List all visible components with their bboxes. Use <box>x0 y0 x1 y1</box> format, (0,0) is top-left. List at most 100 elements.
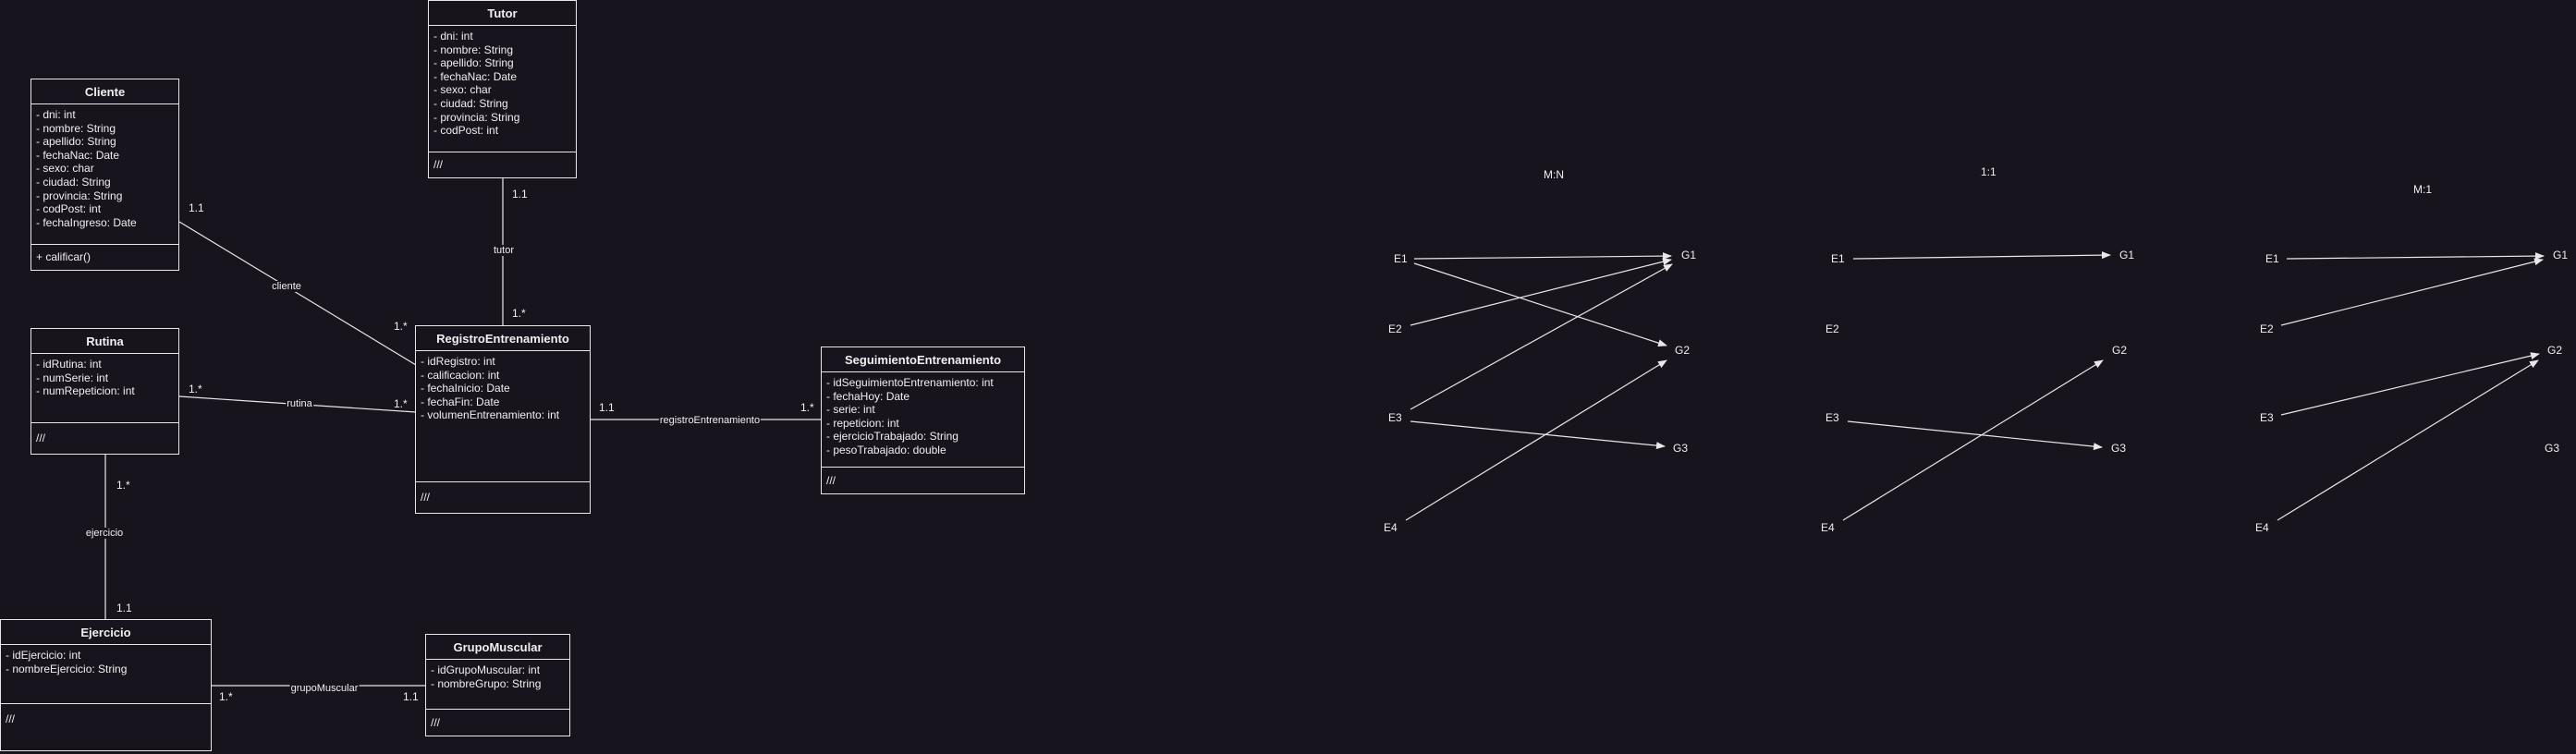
multiplicity-rutina-ejercicio-end: 1.* <box>116 479 130 492</box>
class-grupo-attributes: - idGrupoMuscular: int - nombreGrupo: St… <box>426 660 569 710</box>
assoc-rutina-name: rutina <box>286 398 313 409</box>
mapping-mn-e4: E4 <box>1384 521 1398 534</box>
attribute: - sexo: char <box>36 162 94 176</box>
attribute: - idRegistro: int <box>421 355 495 368</box>
class-seguimiento-entrenamiento[interactable]: SeguimientoEntrenamiento - idSeguimiento… <box>821 347 1025 494</box>
attribute: - ejercicioTrabajado: String <box>826 430 958 444</box>
multiplicity-tutor-end: 1.1 <box>512 188 528 201</box>
class-registro-operations: /// <box>421 491 431 504</box>
multiplicity-registro-cliente-end: 1.* <box>394 320 408 333</box>
attribute: - pesoTrabajado: double <box>826 443 946 456</box>
class-cliente-title: Cliente <box>31 79 178 104</box>
assoc-registro-name: registroEntrenamiento <box>658 415 762 426</box>
class-cliente[interactable]: Cliente - dni: int - nombre: String - ap… <box>31 79 179 271</box>
mo-arrow-e2-g1 <box>2280 258 2544 326</box>
class-rutina-title: Rutina <box>31 329 178 354</box>
attribute: - sexo: char <box>433 83 492 97</box>
mapping-oo-e4: E4 <box>1821 521 1835 534</box>
mapping-mn-e1: E1 <box>1394 252 1408 265</box>
class-rutina[interactable]: Rutina - idRutina: int - numSerie: int -… <box>31 328 179 455</box>
mapping-mn-e2: E2 <box>1388 322 1402 335</box>
class-cliente-operations: + calificar() <box>36 250 92 263</box>
mn-arrow-e3-g3 <box>1410 420 1666 450</box>
class-grupo-muscular[interactable]: GrupoMuscular - idGrupoMuscular: int - n… <box>425 634 570 736</box>
multiplicity-rutina-end: 1.* <box>189 383 202 395</box>
assoc-cliente-name: cliente <box>271 281 302 292</box>
mo-arrow-e4-g2 <box>2277 359 2539 521</box>
class-tutor-title: Tutor <box>429 1 576 26</box>
mapping-mn-g2: G2 <box>1675 344 1691 357</box>
mn-arrow-e1-g2 <box>1413 262 1667 347</box>
attribute: - codPost: int <box>36 202 102 216</box>
mn-arrow-e3-g1 <box>1410 263 1673 410</box>
attribute: - idGrupoMuscular: int <box>431 663 541 676</box>
mapping-mn-g1: G1 <box>1681 249 1697 261</box>
multiplicity-registro-end: 1.1 <box>599 401 615 414</box>
attribute: - ciudad: String <box>433 96 508 110</box>
mapping-mo-title: M:1 <box>2413 183 2433 196</box>
class-rutina-attributes: - idRutina: int - numSerie: int - numRep… <box>31 354 178 423</box>
attribute: - idSeguimientoEntrenamiento: int <box>826 376 994 389</box>
mapping-mn-title: M:N <box>1544 168 1564 181</box>
mapping-oo-g3: G3 <box>2111 442 2127 455</box>
class-registro-entrenamiento[interactable]: RegistroEntrenamiento - idRegistro: int … <box>415 325 591 514</box>
attribute: - codPost: int <box>433 124 499 138</box>
oo-arrow-e4-g2 <box>1842 359 2104 521</box>
attribute: - idEjercicio: int <box>6 649 81 662</box>
class-ejercicio-title: Ejercicio <box>1 620 211 645</box>
multiplicity-registro-rutina-end: 1.* <box>394 397 408 410</box>
attribute: - calificacion: int <box>421 368 500 382</box>
attribute: - fechaIngreso: Date <box>36 215 137 229</box>
diagram-canvas <box>104 176 2545 687</box>
class-seguimiento-operations: /// <box>826 473 836 487</box>
mapping-mo-g2: G2 <box>2547 344 2563 357</box>
attribute: - idRutina: int <box>36 358 102 371</box>
multiplicity-registro-tutor-end: 1.* <box>512 307 526 320</box>
mapping-mo-e1: E1 <box>2265 252 2279 265</box>
mo-arrow-e1-g1 <box>2286 252 2545 261</box>
class-registro-title: RegistroEntrenamiento <box>416 326 590 351</box>
attribute: - repeticion: int <box>826 416 899 430</box>
assoc-tutor-name: tutor <box>492 245 516 256</box>
class-grupo-title: GrupoMuscular <box>426 635 569 660</box>
mapping-oo-e2: E2 <box>1825 322 1839 335</box>
multiplicity-ejercicio-grupo-end: 1.* <box>219 690 233 703</box>
class-tutor-attributes: - dni: int - nombre: String - apellido: … <box>429 26 576 152</box>
assoc-grupo-name: grupoMuscular <box>289 683 360 694</box>
attribute: - numRepeticion: int <box>36 384 135 398</box>
mn-arrow-e2-g1 <box>1410 258 1672 326</box>
attribute: - fechaInicio: Date <box>421 382 510 395</box>
mapping-mo-e2: E2 <box>2260 322 2274 335</box>
mapping-mo-g1: G1 <box>2553 249 2569 261</box>
mo-arrow-e3-g2 <box>2280 352 2540 416</box>
mapping-oo-e3: E3 <box>1825 411 1839 424</box>
mapping-mo-g3: G3 <box>2545 442 2560 455</box>
mapping-oo-e1: E1 <box>1831 252 1845 265</box>
multiplicity-ejercicio-end: 1.1 <box>116 602 132 614</box>
assoc-cliente-line <box>178 221 417 366</box>
attribute: - fechaHoy: Date <box>826 389 910 403</box>
mapping-mo-e3: E3 <box>2260 411 2274 424</box>
attribute: - serie: int <box>826 403 875 417</box>
class-seguimiento-attributes: - idSeguimientoEntrenamiento: int - fech… <box>822 372 1024 468</box>
attribute: - nombreEjercicio: String <box>6 662 128 675</box>
class-tutor-operations: /// <box>433 158 444 171</box>
attribute: - nombreGrupo: String <box>431 676 542 690</box>
class-seguimiento-title: SeguimientoEntrenamiento <box>822 347 1024 372</box>
mapping-oo-g2: G2 <box>2112 344 2128 357</box>
attribute: - provincia: String <box>433 110 520 124</box>
mn-arrow-e4-g2 <box>1405 359 1667 521</box>
attribute: - apellido: String <box>433 56 514 70</box>
assoc-ejercicio-name: ejercicio <box>84 528 125 539</box>
attribute: - provincia: String <box>36 188 123 202</box>
attribute: - volumenEntrenamiento: int <box>421 408 560 422</box>
class-tutor[interactable]: Tutor - dni: int - nombre: String - apel… <box>428 0 577 178</box>
attribute: - apellido: String <box>36 135 116 149</box>
class-ejercicio[interactable]: Ejercicio - idEjercicio: int - nombreEje… <box>0 619 212 751</box>
attribute: - fechaFin: Date <box>421 395 500 408</box>
multiplicity-grupo-end: 1.1 <box>403 690 419 703</box>
class-grupo-operations: /// <box>431 715 441 729</box>
class-ejercicio-attributes: - idEjercicio: int - nombreEjercicio: St… <box>1 645 211 704</box>
mapping-oo-title: 1:1 <box>1981 165 1996 178</box>
attribute: - nombre: String <box>36 121 116 135</box>
